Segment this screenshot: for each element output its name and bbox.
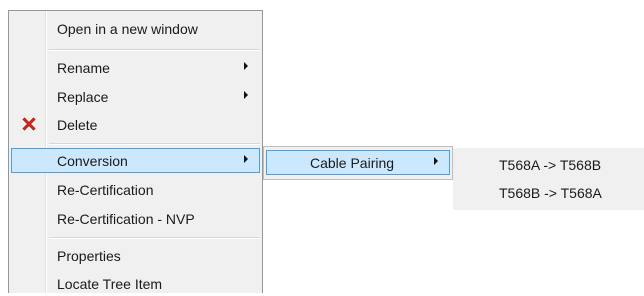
conversion-submenu: Cable Pairing	[263, 146, 453, 180]
menu-separator	[49, 143, 260, 145]
submenu-arrow-icon	[244, 62, 248, 70]
menu-item-label: Rename	[57, 60, 110, 76]
menu-item-label: T568A -> T568B	[499, 157, 602, 173]
cable-pairing-submenu: T568A -> T568B T568B -> T568A	[453, 148, 644, 210]
menu-item-label: Cable Pairing	[310, 155, 395, 171]
menu-item-label: Replace	[57, 89, 109, 105]
submenu-arrow-icon	[244, 91, 248, 99]
menu-item-conversion[interactable]: Conversion	[11, 148, 260, 173]
menu-item-locate-tree-item[interactable]: Locate Tree Item	[11, 271, 260, 296]
menu-item-label: Conversion	[57, 153, 128, 169]
menu-item-label: Delete	[57, 117, 98, 133]
menu-item-label: Locate Tree Item	[57, 276, 163, 292]
red-x-icon	[22, 117, 36, 131]
menu-separator	[49, 49, 260, 51]
menu-item-re-certification-nvp[interactable]: Re-Certification - NVP	[11, 206, 260, 231]
menu-item-label: Re-Certification - NVP	[57, 211, 195, 227]
menu-item-replace[interactable]: Replace	[11, 84, 260, 109]
menu-item-re-certification[interactable]: Re-Certification	[11, 177, 260, 202]
menu-item-label: Properties	[57, 248, 121, 264]
menu-item-properties[interactable]: Properties	[11, 243, 260, 268]
menu-item-label: Re-Certification	[57, 182, 154, 198]
menu-item-t568a-to-t568b[interactable]: T568A -> T568B	[455, 152, 642, 177]
menu-separator	[49, 237, 260, 239]
menu-item-t568b-to-t568a[interactable]: T568B -> T568A	[455, 180, 642, 205]
menu-item-label: Open in a new window	[57, 21, 198, 37]
menu-item-label: T568B -> T568A	[499, 185, 602, 201]
menu-item-cable-pairing[interactable]: Cable Pairing	[266, 150, 450, 175]
context-menu: Open in a new window Rename Replace Dele…	[8, 10, 263, 293]
submenu-arrow-icon	[244, 155, 248, 163]
menu-item-rename[interactable]: Rename	[11, 55, 260, 80]
menu-item-open-new-window[interactable]: Open in a new window	[11, 16, 260, 41]
menu-item-delete[interactable]: Delete	[11, 112, 260, 137]
submenu-arrow-icon	[434, 157, 438, 165]
